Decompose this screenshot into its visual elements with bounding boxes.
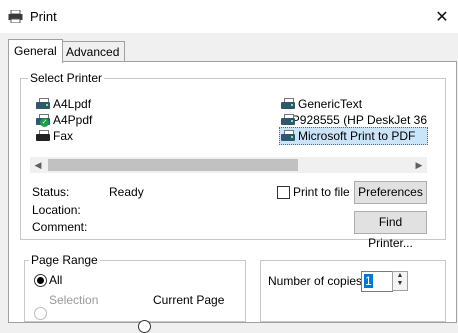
selection-label: Selection [49, 293, 99, 307]
selection-radio[interactable] [34, 307, 47, 320]
current-page-radio[interactable] [138, 320, 151, 333]
chevron-up-icon[interactable]: ▲ [393, 272, 407, 280]
printer-icon [280, 97, 296, 111]
printer-list[interactable]: A4Lpdf ✓ A4Ppdf Fax GenericText HP928555… [30, 92, 430, 158]
fax-icon [35, 129, 51, 143]
printer-default-icon: ✓ [35, 113, 51, 127]
printer-name: A4Ppdf [53, 113, 93, 127]
close-icon: ✕ [435, 8, 449, 26]
printer-item[interactable]: ✓ A4Ppdf [35, 112, 92, 128]
location-label: Location: [32, 203, 81, 217]
status-value: Ready [109, 185, 144, 199]
title-bar: Print ✕ [0, 0, 458, 33]
tab-general[interactable]: General [8, 39, 63, 63]
printer-icon [280, 129, 296, 143]
select-printer-label: Select Printer [28, 71, 105, 85]
status-label: Status: [32, 185, 70, 199]
printer-name: GenericText [298, 97, 363, 111]
print-to-file-label[interactable]: Print to file [293, 185, 350, 199]
scroll-thumb[interactable] [48, 159, 298, 171]
all-radio[interactable] [34, 274, 47, 287]
printer-item[interactable]: Fax [35, 128, 73, 144]
copies-label: Number of copies: [268, 274, 366, 288]
printer-icon [280, 113, 295, 127]
copies-input[interactable]: 1 [361, 271, 393, 292]
printer-list-scrollbar[interactable]: ◀ ▶ [30, 157, 427, 173]
page-range-label: Page Range [29, 253, 100, 267]
print-to-file-checkbox[interactable] [277, 186, 290, 199]
page-range-group [24, 260, 246, 322]
printer-name: HP928555 (HP DeskJet 36 [283, 113, 427, 127]
printer-name: Microsoft Print to PDF [298, 129, 416, 143]
current-page-label[interactable]: Current Page [153, 293, 224, 307]
printer-icon [35, 97, 51, 111]
scroll-right-icon[interactable]: ▶ [411, 157, 427, 173]
preferences-button[interactable]: Preferences [354, 181, 427, 204]
printer-name: A4Lpdf [53, 97, 92, 111]
close-button[interactable]: ✕ [426, 0, 458, 33]
all-label[interactable]: All [49, 273, 62, 287]
printer-item-selected[interactable]: Microsoft Print to PDF [279, 127, 428, 145]
print-icon [8, 9, 23, 24]
window-title: Print [30, 9, 57, 24]
printer-name: Fax [53, 129, 74, 143]
chevron-down-icon[interactable]: ▼ [393, 280, 407, 288]
comment-label: Comment: [32, 220, 88, 234]
tab-advanced[interactable]: Advanced [60, 41, 126, 62]
copies-stepper[interactable]: ▲ ▼ [392, 271, 408, 291]
printer-item[interactable]: HP928555 (HP DeskJet 36 [280, 112, 427, 128]
printer-item[interactable]: A4Lpdf [35, 96, 91, 112]
printer-item[interactable]: GenericText [280, 96, 362, 112]
copies-group [260, 260, 446, 322]
scroll-left-icon[interactable]: ◀ [30, 157, 46, 173]
find-printer-button[interactable]: Find Printer... [354, 211, 427, 250]
copies-value: 1 [364, 274, 373, 288]
